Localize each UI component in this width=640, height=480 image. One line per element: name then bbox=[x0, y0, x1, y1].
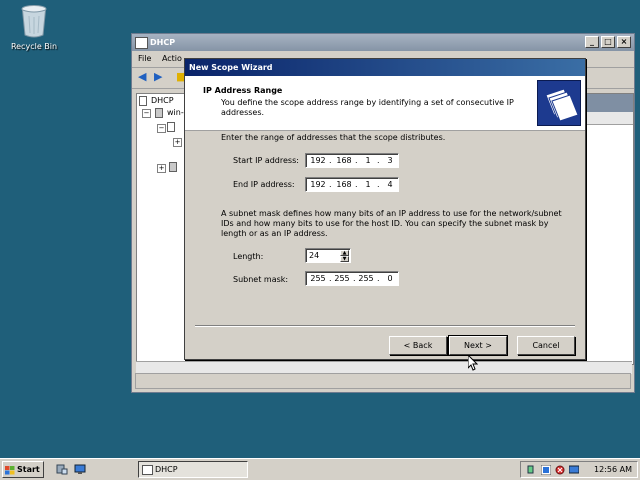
end-ip-octet-3[interactable]: 1 bbox=[358, 180, 378, 189]
subnet-mask-label: Subnet mask: bbox=[233, 275, 289, 284]
back-button[interactable]: < Back bbox=[389, 336, 447, 355]
server-icon bbox=[155, 108, 163, 118]
tree-node-server[interactable]: win- bbox=[167, 108, 184, 117]
start-ip-octet-2[interactable]: 168 bbox=[334, 156, 354, 165]
range-intro: Enter the range of addresses that the sc… bbox=[221, 133, 446, 142]
start-ip-field[interactable]: 192 . 168 . 1 . 3 bbox=[305, 153, 399, 168]
end-ip-octet-4[interactable]: 4 bbox=[380, 180, 400, 189]
close-button[interactable]: × bbox=[617, 36, 631, 48]
end-ip-octet-1[interactable]: 192 bbox=[308, 180, 328, 189]
recycle-bin-shortcut[interactable]: Recycle Bin bbox=[4, 4, 64, 51]
start-ip-octet-3[interactable]: 1 bbox=[358, 156, 378, 165]
back-arrow-icon[interactable]: ◀ bbox=[138, 71, 150, 82]
wizard-subheading: You define the scope address range by id… bbox=[221, 98, 514, 117]
wizard-title[interactable]: New Scope Wizard bbox=[185, 59, 585, 76]
dhcp-statusbar bbox=[135, 373, 631, 389]
wizard-banner: IP Address Range You define the scope ad… bbox=[185, 76, 585, 131]
length-value[interactable]: 24 bbox=[306, 251, 329, 260]
subnet-mask-field[interactable]: 255 . 255 . 255 . 0 bbox=[305, 271, 399, 286]
taskbar: Start DHCP 12:56 AM bbox=[0, 458, 640, 480]
button-separator bbox=[195, 325, 575, 327]
start-ip-octet-4[interactable]: 3 bbox=[380, 156, 400, 165]
new-scope-wizard: New Scope Wizard IP Address Range You de… bbox=[184, 58, 586, 360]
dhcp-icon bbox=[142, 465, 153, 475]
menu-file[interactable]: File bbox=[138, 54, 151, 63]
cancel-button[interactable]: Cancel bbox=[517, 336, 575, 355]
minimize-button[interactable]: _ bbox=[585, 36, 599, 48]
network-icon[interactable] bbox=[527, 465, 537, 475]
mouse-cursor-icon bbox=[467, 353, 479, 373]
mask-octet-2[interactable]: 255 bbox=[332, 274, 352, 283]
subnet-mask-description: A subnet mask defines how many bits of a… bbox=[221, 209, 562, 238]
length-spinner[interactable]: 24 ▲ ▼ bbox=[305, 248, 351, 263]
dhcp-icon bbox=[135, 37, 148, 49]
dhcp-tree: DHCP − win- − + + bbox=[136, 93, 188, 365]
tree-expand-toggle[interactable]: + bbox=[173, 138, 182, 147]
tree-collapse-toggle[interactable]: − bbox=[142, 109, 151, 118]
mask-octet-3[interactable]: 255 bbox=[356, 274, 376, 283]
taskbar-item-dhcp[interactable]: DHCP bbox=[138, 461, 248, 478]
security-icon[interactable] bbox=[555, 465, 565, 475]
system-tray: 12:56 AM bbox=[520, 461, 638, 478]
mask-octet-4[interactable]: 0 bbox=[380, 274, 400, 283]
tree-expand-toggle[interactable]: + bbox=[157, 164, 166, 173]
dhcp-details-pane bbox=[582, 93, 634, 365]
ipv6-icon bbox=[169, 162, 177, 172]
forward-arrow-icon[interactable]: ▶ bbox=[154, 71, 166, 82]
length-label: Length: bbox=[233, 252, 264, 261]
tree-node-dhcp[interactable]: DHCP bbox=[151, 96, 174, 105]
dhcp-root-icon bbox=[139, 96, 147, 106]
maximize-button[interactable]: □ bbox=[601, 36, 615, 48]
start-ip-label: Start IP address: bbox=[233, 156, 299, 165]
start-ip-octet-1[interactable]: 192 bbox=[308, 156, 328, 165]
wizard-heading: IP Address Range bbox=[203, 86, 283, 95]
display-icon[interactable] bbox=[568, 465, 580, 475]
ipv4-icon bbox=[167, 122, 175, 132]
length-spin-buttons[interactable]: ▲ ▼ bbox=[340, 250, 349, 262]
show-desktop-icon[interactable] bbox=[74, 463, 86, 475]
tree-collapse-toggle[interactable]: − bbox=[157, 124, 166, 133]
taskbar-item-label: DHCP bbox=[155, 465, 178, 474]
recycle-bin-label: Recycle Bin bbox=[10, 42, 58, 51]
mask-octet-1[interactable]: 255 bbox=[308, 274, 328, 283]
next-button[interactable]: Next > bbox=[448, 335, 508, 356]
start-label: Start bbox=[17, 465, 40, 474]
clock[interactable]: 12:56 AM bbox=[594, 465, 632, 474]
dhcp-title: DHCP bbox=[150, 38, 176, 47]
spin-down-icon[interactable]: ▼ bbox=[340, 256, 349, 262]
end-ip-label: End IP address: bbox=[233, 180, 295, 189]
dhcp-titlebar[interactable]: DHCP _ □ × bbox=[132, 34, 634, 51]
server-manager-icon[interactable] bbox=[56, 463, 68, 475]
action-center-icon[interactable] bbox=[540, 464, 552, 476]
wizard-logo-icon bbox=[537, 80, 581, 126]
start-button[interactable]: Start bbox=[2, 461, 44, 478]
menu-action[interactable]: Actio bbox=[162, 54, 182, 63]
recycle-bin-icon bbox=[21, 4, 47, 38]
end-ip-octet-2[interactable]: 168 bbox=[334, 180, 354, 189]
end-ip-field[interactable]: 192 . 168 . 1 . 4 bbox=[305, 177, 399, 192]
windows-flag-icon bbox=[5, 465, 15, 475]
